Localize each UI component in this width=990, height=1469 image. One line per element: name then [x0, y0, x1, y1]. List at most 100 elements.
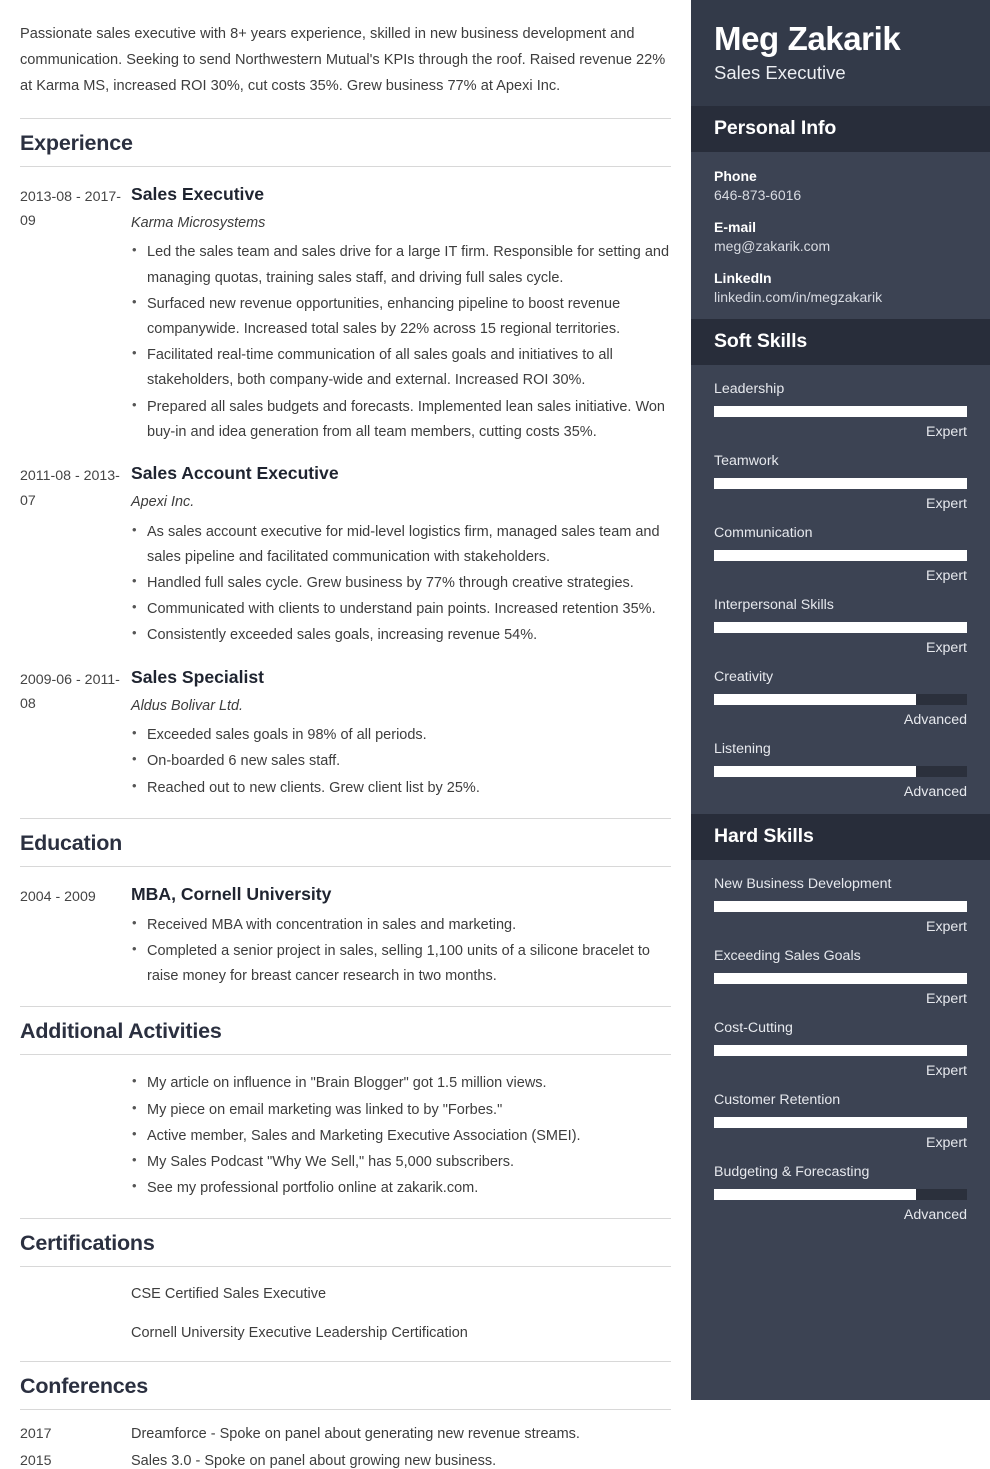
skill-item: Budgeting & Forecasting Advanced — [714, 1164, 967, 1223]
section-education: Education 2004 - 2009 MBA, Cornell Unive… — [20, 817, 671, 991]
skill-bar-fill — [714, 549, 967, 561]
bullet-item: Facilitated real-time communication of a… — [131, 342, 671, 393]
entry-body: Sales Account Executive Apexi Inc. As sa… — [131, 462, 671, 650]
skill-item: New Business Development Expert — [714, 876, 967, 935]
entry-title: Sales Account Executive — [131, 463, 339, 484]
section-experience: Experience 2013-08 - 2017-09 Sales Execu… — [20, 117, 671, 802]
info-value-phone[interactable]: 646-873-6016 — [714, 187, 967, 203]
professional-summary: Passionate sales executive with 8+ years… — [20, 26, 666, 94]
bullet-item: Reached out to new clients. Grew client … — [131, 775, 671, 801]
entry-dates-spacer — [20, 1283, 131, 1344]
skill-name: Listening — [714, 740, 771, 757]
personal-info-body: Phone 646-873-6016 E-mail meg@zakarik.co… — [691, 152, 990, 319]
bullet-item: Consistently exceeded sales goals, incre… — [131, 622, 671, 648]
skill-name: New Business Development — [714, 875, 892, 892]
entry-body: My article on influence in "Brain Blogge… — [131, 1070, 671, 1202]
skill-item: Listening Advanced — [714, 741, 967, 800]
skill-level: Advanced — [903, 783, 967, 800]
sidebar-section-title: Soft Skills — [714, 329, 808, 352]
entry-title: Sales Specialist — [131, 666, 265, 687]
sidebar-section-header-hard-skills: Hard Skills — [691, 813, 990, 860]
activities-entry: My article on influence in "Brain Blogge… — [20, 1070, 671, 1202]
skill-bar-fill — [714, 405, 967, 417]
info-value-email[interactable]: meg@zakarik.com — [714, 238, 967, 254]
entry-bullets: As sales account executive for mid-level… — [131, 519, 671, 649]
entry-body: MBA, Cornell University Received MBA wit… — [131, 883, 671, 991]
skill-name: Teamwork — [714, 452, 779, 469]
entry-bullets: My article on influence in "Brain Blogge… — [131, 1070, 671, 1201]
skill-bar-fill — [714, 1188, 917, 1200]
entry-bullets: Led the sales team and sales drive for a… — [131, 239, 671, 445]
experience-entry: 2013-08 - 2017-09 Sales Executive Karma … — [20, 183, 671, 446]
bullet-item: Handled full sales cycle. Grew business … — [131, 570, 671, 596]
experience-list: 2013-08 - 2017-09 Sales Executive Karma … — [20, 183, 671, 802]
resume-main-column: Passionate sales executive with 8+ years… — [0, 0, 691, 1469]
info-label-linkedin: LinkedIn — [714, 269, 772, 286]
entry-dates: 2011-08 - 2013-07 — [20, 468, 120, 509]
skill-item: Interpersonal Skills Expert — [714, 597, 967, 656]
skill-level: Expert — [925, 495, 967, 512]
skill-level: Advanced — [903, 711, 967, 728]
bullet-item: My piece on email marketing was linked t… — [131, 1097, 671, 1123]
bullet-item: Prepared all sales budgets and forecasts… — [131, 394, 671, 445]
skill-item: Cost-Cutting Expert — [714, 1020, 967, 1079]
skill-bar-track — [714, 477, 967, 489]
section-certifications: Certifications CSE Certified Sales Execu… — [20, 1218, 671, 1344]
skill-level: Expert — [925, 423, 967, 440]
section-title: Experience — [20, 130, 133, 155]
skill-name: Interpersonal Skills — [714, 596, 834, 613]
skill-name: Leadership — [714, 380, 785, 397]
entry-body: Sales Executive Karma Microsystems Led t… — [131, 183, 671, 446]
skill-bar-fill — [714, 972, 967, 984]
bullet-item: My Sales Podcast "Why We Sell," has 5,00… — [131, 1149, 671, 1175]
entry-dates: 2004 - 2009 — [20, 888, 96, 905]
skill-level: Expert — [925, 918, 967, 935]
bullet-item: Exceeded sales goals in 98% of all perio… — [131, 722, 671, 748]
entry-bullets: Received MBA with concentration in sales… — [131, 912, 671, 990]
skill-name: Cost-Cutting — [714, 1019, 793, 1036]
bullet-item: Led the sales team and sales drive for a… — [131, 239, 671, 290]
section-header-conferences: Conferences — [20, 1360, 671, 1410]
entry-organization: Apexi Inc. — [131, 493, 195, 510]
info-label-email: E-mail — [714, 218, 757, 235]
skill-item: Customer Retention Expert — [714, 1092, 967, 1151]
skill-bar-track — [714, 765, 967, 777]
skill-name: Customer Retention — [714, 1091, 841, 1108]
section-title: Certifications — [20, 1231, 155, 1256]
certifications-entry: CSE Certified Sales Executive Cornell Un… — [20, 1283, 671, 1344]
resume-sidebar: Meg Zakarik Sales Executive Personal Inf… — [691, 0, 990, 1400]
section-title: Conferences — [20, 1373, 149, 1398]
sidebar-section-header-soft-skills: Soft Skills — [691, 318, 990, 365]
conference-row: 2017 Dreamforce - Spoke on panel about g… — [20, 1426, 671, 1442]
skill-bar-fill — [714, 765, 917, 777]
certification-item: CSE Certified Sales Executive — [131, 1286, 327, 1303]
bullet-item: My article on influence in "Brain Blogge… — [131, 1070, 671, 1096]
section-conferences: Conferences 2017 Dreamforce - Spoke on p… — [20, 1360, 671, 1469]
info-value-linkedin[interactable]: linkedin.com/in/megzakarik — [714, 289, 967, 305]
hard-skills-body: New Business Development Expert Exceedin… — [691, 860, 990, 1237]
entry-organization: Karma Microsystems — [131, 214, 266, 231]
skill-name: Budgeting & Forecasting — [714, 1163, 870, 1180]
entry-title: Sales Executive — [131, 183, 265, 204]
entry-bullets: Exceeded sales goals in 98% of all perio… — [131, 722, 671, 801]
skill-name: Exceeding Sales Goals — [714, 947, 861, 964]
bullet-item: On-boarded 6 new sales staff. — [131, 748, 671, 774]
entry-dates-spacer — [20, 1071, 131, 1202]
skill-bar-track — [714, 1044, 967, 1056]
conference-row: 2015 Sales 3.0 - Spoke on panel about gr… — [20, 1453, 671, 1469]
section-header-education: Education — [20, 817, 671, 867]
skill-bar-track — [714, 900, 967, 912]
bullet-item: Active member, Sales and Marketing Execu… — [131, 1123, 671, 1149]
skill-bar-track — [714, 972, 967, 984]
section-title: Education — [20, 830, 123, 855]
skill-bar-fill — [714, 621, 967, 633]
skill-item: Leadership Expert — [714, 381, 967, 440]
section-header-certifications: Certifications — [20, 1218, 671, 1268]
section-header-activities: Additional Activities — [20, 1006, 671, 1056]
skill-name: Communication — [714, 524, 813, 541]
section-additional-activities: Additional Activities My article on infl… — [20, 1006, 671, 1202]
entry-organization: Aldus Bolivar Ltd. — [131, 697, 243, 714]
skill-bar-track — [714, 693, 967, 705]
conference-year: 2017 — [20, 1425, 52, 1442]
skill-bar-track — [714, 1116, 967, 1128]
